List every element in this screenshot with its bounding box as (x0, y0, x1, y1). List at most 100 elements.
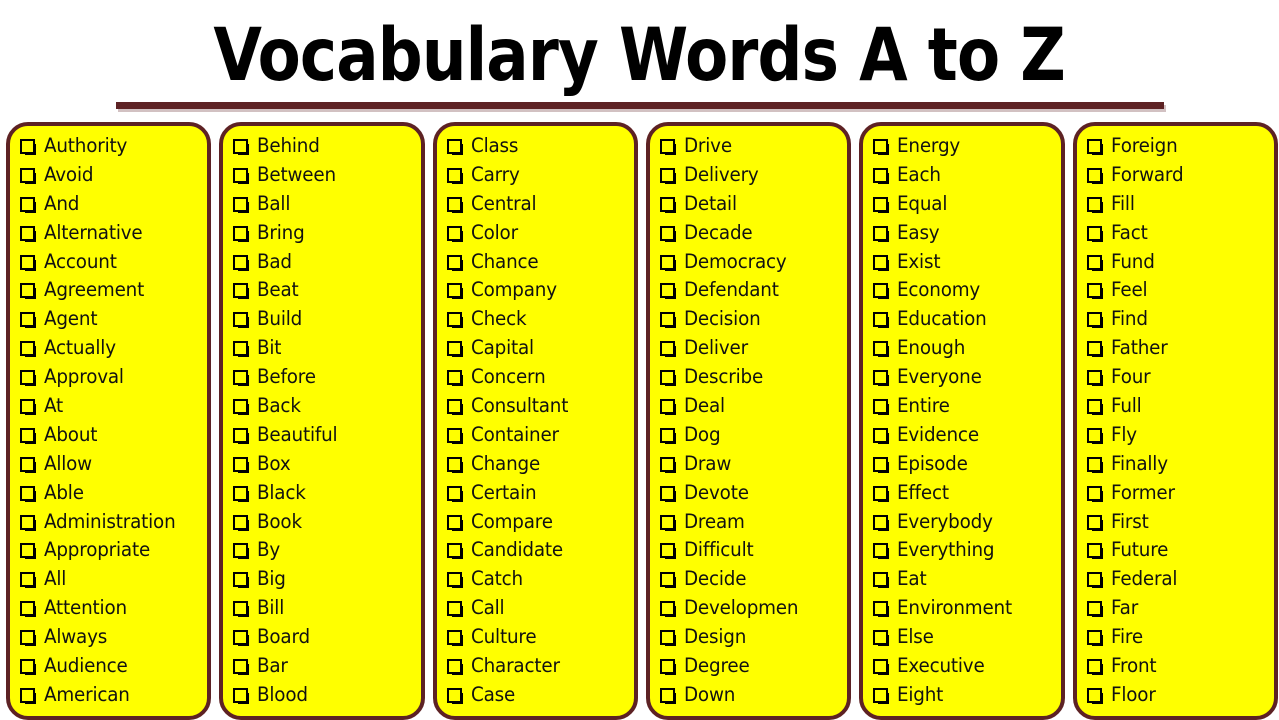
word-row[interactable]: Back (233, 392, 418, 421)
empty-checkbox-icon[interactable] (446, 341, 463, 358)
empty-checkbox-icon[interactable] (20, 601, 36, 618)
empty-checkbox-icon[interactable] (1086, 370, 1103, 387)
word-row[interactable]: Class (446, 132, 632, 161)
word-row[interactable]: Ball (233, 190, 418, 219)
word-row[interactable]: Four (1086, 363, 1272, 392)
word-row[interactable]: Far (1086, 594, 1272, 623)
word-row[interactable]: At (20, 392, 205, 421)
word-row[interactable]: Fly (1086, 421, 1272, 450)
empty-checkbox-icon[interactable] (659, 254, 676, 271)
empty-checkbox-icon[interactable] (446, 167, 463, 184)
word-row[interactable]: Delivery (659, 161, 845, 190)
empty-checkbox-icon[interactable] (659, 427, 676, 444)
empty-checkbox-icon[interactable] (233, 572, 250, 589)
word-row[interactable]: Feel (1086, 276, 1272, 305)
word-row[interactable]: Defendant (659, 276, 845, 305)
empty-checkbox-icon[interactable] (873, 456, 890, 473)
empty-checkbox-icon[interactable] (659, 196, 676, 213)
word-row[interactable]: Behind (233, 132, 418, 161)
word-row[interactable]: Authority (20, 132, 205, 161)
empty-checkbox-icon[interactable] (873, 514, 890, 531)
word-row[interactable]: Decide (659, 565, 845, 594)
word-row[interactable]: Company (446, 276, 632, 305)
empty-checkbox-icon[interactable] (233, 543, 250, 560)
empty-checkbox-icon[interactable] (659, 341, 676, 358)
word-row[interactable]: Exist (873, 248, 1058, 277)
word-row[interactable]: Culture (446, 623, 632, 652)
word-row[interactable]: Between (233, 161, 418, 190)
word-row[interactable]: Eat (873, 565, 1058, 594)
word-row[interactable]: Box (233, 450, 418, 479)
empty-checkbox-icon[interactable] (1086, 601, 1103, 618)
empty-checkbox-icon[interactable] (20, 630, 36, 647)
word-row[interactable]: Detail (659, 190, 845, 219)
word-row[interactable]: Container (446, 421, 632, 450)
word-row[interactable]: Difficult (659, 536, 845, 565)
empty-checkbox-icon[interactable] (1086, 341, 1103, 358)
empty-checkbox-icon[interactable] (20, 225, 36, 242)
word-row[interactable]: Color (446, 219, 632, 248)
word-row[interactable]: Attention (20, 594, 205, 623)
word-row[interactable]: Everybody (873, 508, 1058, 537)
empty-checkbox-icon[interactable] (1086, 485, 1103, 502)
empty-checkbox-icon[interactable] (873, 601, 890, 618)
word-row[interactable]: Book (233, 508, 418, 537)
word-row[interactable]: Black (233, 479, 418, 508)
empty-checkbox-icon[interactable] (659, 138, 676, 155)
word-row[interactable]: Fact (1086, 219, 1272, 248)
empty-checkbox-icon[interactable] (1086, 283, 1103, 300)
empty-checkbox-icon[interactable] (1086, 687, 1103, 704)
empty-checkbox-icon[interactable] (1086, 543, 1103, 560)
empty-checkbox-icon[interactable] (233, 630, 250, 647)
empty-checkbox-icon[interactable] (1086, 630, 1103, 647)
word-row[interactable]: Agent (20, 305, 205, 334)
empty-checkbox-icon[interactable] (873, 370, 890, 387)
word-row[interactable]: Administration (20, 508, 205, 537)
word-row[interactable]: Describe (659, 363, 845, 392)
empty-checkbox-icon[interactable] (446, 398, 463, 415)
empty-checkbox-icon[interactable] (1086, 138, 1103, 155)
empty-checkbox-icon[interactable] (873, 398, 890, 415)
word-row[interactable]: Each (873, 161, 1058, 190)
empty-checkbox-icon[interactable] (233, 283, 250, 300)
empty-checkbox-icon[interactable] (873, 254, 890, 271)
empty-checkbox-icon[interactable] (873, 138, 890, 155)
word-row[interactable]: Decision (659, 305, 845, 334)
empty-checkbox-icon[interactable] (233, 370, 250, 387)
empty-checkbox-icon[interactable] (446, 630, 463, 647)
word-row[interactable]: Beautiful (233, 421, 418, 450)
word-row[interactable]: Character (446, 652, 632, 681)
word-row[interactable]: Floor (1086, 681, 1272, 710)
empty-checkbox-icon[interactable] (233, 398, 250, 415)
word-row[interactable]: Build (233, 305, 418, 334)
word-row[interactable]: Approval (20, 363, 205, 392)
empty-checkbox-icon[interactable] (873, 572, 890, 589)
word-row[interactable]: Down (659, 681, 845, 710)
word-row[interactable]: Father (1086, 334, 1272, 363)
word-row[interactable]: Forward (1086, 161, 1272, 190)
word-row[interactable]: Dream (659, 508, 845, 537)
empty-checkbox-icon[interactable] (20, 254, 36, 271)
empty-checkbox-icon[interactable] (446, 254, 463, 271)
word-row[interactable]: Episode (873, 450, 1058, 479)
word-row[interactable]: Degree (659, 652, 845, 681)
word-row[interactable]: Carry (446, 161, 632, 190)
empty-checkbox-icon[interactable] (20, 138, 36, 155)
empty-checkbox-icon[interactable] (659, 687, 676, 704)
word-row[interactable]: Deliver (659, 334, 845, 363)
empty-checkbox-icon[interactable] (446, 658, 463, 675)
empty-checkbox-icon[interactable] (659, 514, 676, 531)
word-row[interactable]: Appropriate (20, 536, 205, 565)
empty-checkbox-icon[interactable] (873, 427, 890, 444)
empty-checkbox-icon[interactable] (873, 687, 890, 704)
word-row[interactable]: Bit (233, 334, 418, 363)
word-row[interactable]: Decade (659, 219, 845, 248)
word-row[interactable]: Change (446, 450, 632, 479)
empty-checkbox-icon[interactable] (659, 658, 676, 675)
empty-checkbox-icon[interactable] (659, 312, 676, 329)
word-row[interactable]: Bill (233, 594, 418, 623)
word-row[interactable]: Finally (1086, 450, 1272, 479)
empty-checkbox-icon[interactable] (20, 312, 36, 329)
word-row[interactable]: Deal (659, 392, 845, 421)
word-row[interactable]: Central (446, 190, 632, 219)
